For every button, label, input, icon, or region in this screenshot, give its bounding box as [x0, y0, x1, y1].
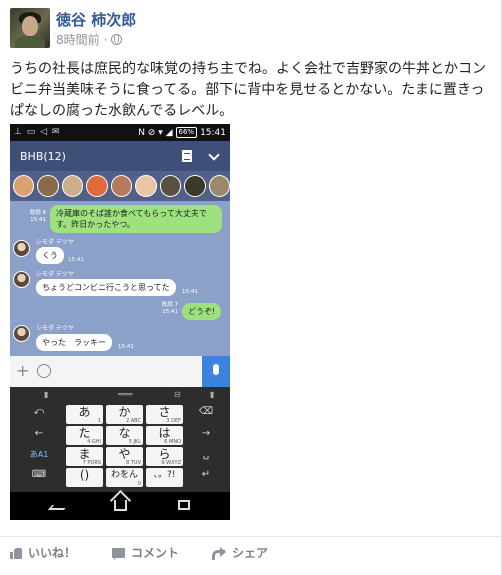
comment-button[interactable]: コメント: [112, 544, 179, 561]
chat-header: BHB(12): [10, 141, 230, 171]
note-icon[interactable]: [182, 150, 192, 162]
attached-screenshot[interactable]: ⊥ ▭ ◁ ✉ N ⊘ ▾ ◢ 66% 15:41 BHB(12) 既読 8 1…: [10, 124, 230, 520]
back-icon[interactable]: [47, 505, 69, 510]
message-time: 15:41: [162, 309, 178, 315]
android-nav-bar: [10, 492, 230, 520]
sender-name: シモダ テツヤ: [36, 325, 74, 332]
member-avatar[interactable]: [208, 175, 230, 197]
message-bubble-outgoing[interactable]: 冷蔵庫のそば誰か食べてもらって大丈夫です。昨日かったやつ。: [50, 205, 222, 233]
message-bubble-incoming[interactable]: ちょうどコンビニ行こうと思ってた: [36, 279, 176, 296]
post-timestamp[interactable]: 8時間前: [56, 31, 100, 48]
status-clock: 15:41: [200, 127, 226, 138]
sender-avatar[interactable]: [13, 325, 30, 342]
message-time: 15:41: [118, 344, 134, 350]
meta-separator: ·: [103, 32, 108, 47]
key-brackets[interactable]: (): [66, 468, 103, 487]
key-ka[interactable]: か2 ABC: [106, 405, 143, 424]
key-ha[interactable]: は6 MNO: [146, 426, 183, 445]
key-sa[interactable]: さ3 DEF: [146, 405, 183, 424]
key-ra[interactable]: ら9 WXYZ: [146, 447, 183, 466]
member-avatar[interactable]: [184, 175, 206, 197]
backspace-key[interactable]: ⌫: [185, 406, 227, 417]
comment-label: コメント: [131, 546, 180, 560]
share-icon: [212, 547, 226, 560]
author-name[interactable]: 徳谷 柿次郎: [56, 9, 136, 30]
member-avatar[interactable]: [61, 175, 84, 197]
key-ta[interactable]: た4 GHI: [66, 426, 103, 445]
key-wa[interactable]: わをん 0: [106, 468, 143, 487]
emoji-keyboard-key[interactable]: ⌨: [14, 469, 64, 480]
member-avatar[interactable]: [37, 175, 59, 197]
mic-button[interactable]: [202, 356, 230, 387]
facebook-post: 徳谷 柿次郎 8時間前 · うちの社長は庶民的な味覚の持ち主でね。よく会社で吉野…: [0, 0, 502, 575]
like-button[interactable]: いいね！: [10, 544, 76, 561]
author-avatar[interactable]: [10, 8, 50, 48]
cursor-right-key[interactable]: →: [185, 428, 227, 439]
post-meta: 8時間前 ·: [56, 31, 123, 48]
key-na[interactable]: な5 JKL: [106, 426, 143, 445]
chevron-down-icon[interactable]: [208, 149, 220, 161]
like-label: いいね！: [28, 546, 77, 560]
status-system-icons: N ⊘ ▾ ◢: [138, 127, 173, 138]
keyboard-toolbar: ▮ ═══ ⊟ ▮: [44, 390, 215, 399]
recent-apps-icon[interactable]: [178, 500, 190, 510]
post-actions: いいね！ コメント シェア: [0, 536, 502, 566]
space-key[interactable]: ␣: [185, 449, 227, 460]
home-icon[interactable]: [114, 500, 127, 511]
message-time: 15:41: [182, 289, 198, 295]
thumbs-up-icon: [10, 547, 22, 559]
share-button[interactable]: シェア: [212, 544, 268, 561]
flick-keyboard[interactable]: ▮ ═══ ⊟ ▮ ⤺ ← あA1 ⌨ ⌫ → ␣ ↵ あ1 か2 ABC さ3 DE…: [10, 387, 230, 492]
chat-title: BHB(12): [20, 150, 66, 163]
battery-level: 66%: [175, 127, 198, 138]
emoji-icon[interactable]: [37, 364, 51, 378]
message-input-bar[interactable]: +: [10, 356, 230, 387]
member-strip: [10, 171, 230, 201]
share-label: シェア: [232, 546, 269, 560]
undo-key[interactable]: ⤺: [14, 406, 64, 417]
key-ma[interactable]: ま7 PQRS: [66, 447, 103, 466]
read-receipt: 既読 7: [161, 302, 178, 308]
sender-avatar[interactable]: [13, 271, 30, 288]
message-bubble-outgoing[interactable]: どうぞ!: [182, 303, 222, 320]
member-avatar[interactable]: [110, 175, 133, 197]
message-time: 15:41: [68, 257, 84, 263]
input-mode-key[interactable]: あA1: [14, 449, 64, 460]
key-punctuation[interactable]: 、。?!: [146, 468, 183, 487]
message-bubble-incoming[interactable]: くう: [36, 247, 64, 264]
message-bubble-incoming[interactable]: やった ラッキー: [36, 334, 112, 351]
status-notification-icons: ⊥ ▭ ◁ ✉: [14, 127, 61, 137]
member-avatar[interactable]: [159, 175, 182, 197]
sender-avatar[interactable]: [13, 240, 30, 257]
comment-icon: [112, 547, 125, 560]
post-text: うちの社長は庶民的な味覚の持ち主でね。よく会社で吉野家の牛丼とかコンビニ弁当美味…: [10, 61, 486, 119]
phone-status-bar: ⊥ ▭ ◁ ✉ N ⊘ ▾ ◢ 66% 15:41: [10, 124, 230, 141]
message-time: 15:41: [30, 217, 46, 223]
plus-icon[interactable]: +: [16, 363, 29, 379]
enter-key[interactable]: ↵: [185, 469, 227, 480]
member-avatar[interactable]: [86, 175, 108, 197]
member-avatar[interactable]: [13, 175, 35, 197]
read-receipt: 既読 8: [29, 210, 46, 216]
cursor-left-key[interactable]: ←: [14, 428, 64, 439]
key-ya[interactable]: や8 TUV: [106, 447, 143, 466]
chat-messages[interactable]: 既読 8 15:41 冷蔵庫のそば誰か食べてもらって大丈夫です。昨日かったやつ。…: [10, 201, 230, 356]
key-a[interactable]: あ1: [66, 405, 103, 424]
globe-icon[interactable]: [111, 34, 123, 45]
member-avatar[interactable]: [135, 175, 157, 197]
